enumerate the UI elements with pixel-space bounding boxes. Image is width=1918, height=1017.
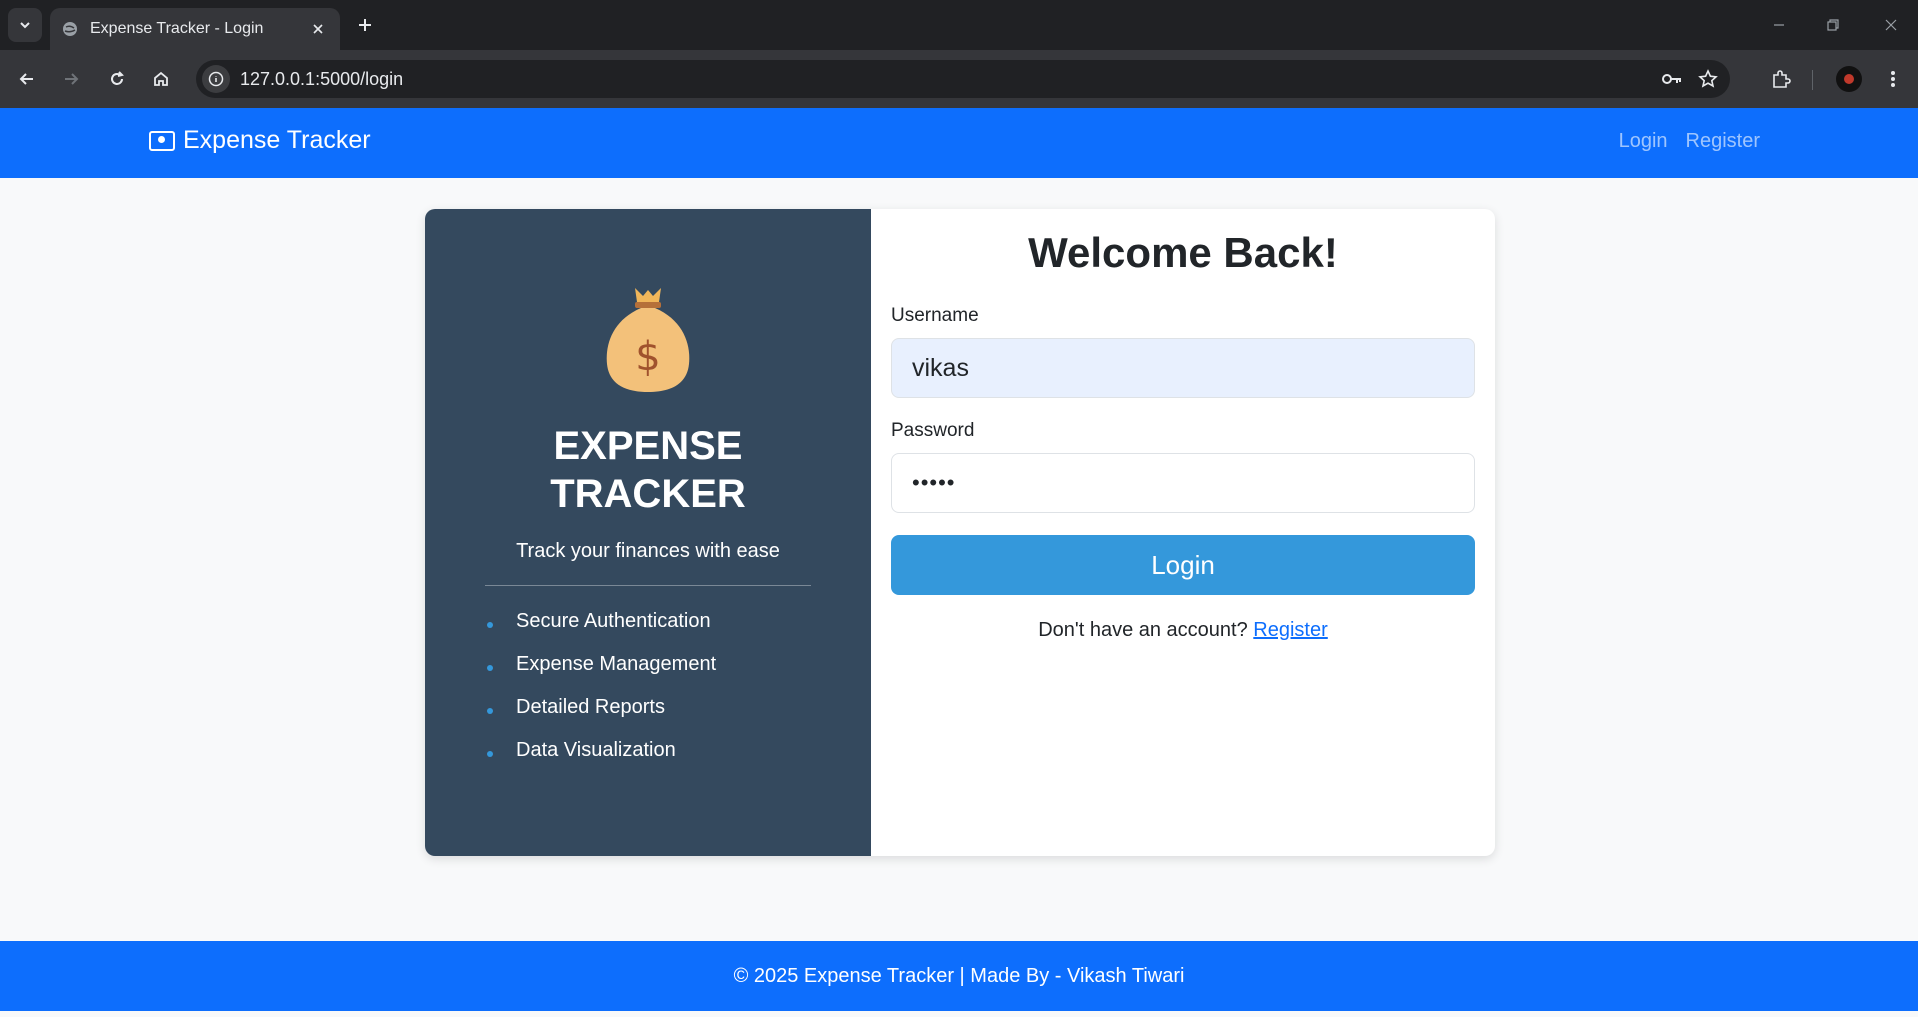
nav-links: Login Register (1619, 130, 1760, 153)
nav-login-link[interactable]: Login (1619, 130, 1668, 153)
hero-tagline: Track your finances with ease (516, 540, 780, 562)
nav-register-link[interactable]: Register (1686, 130, 1760, 153)
hero-title-line1: EXPENSE (553, 424, 743, 468)
login-card: $ EXPENSE TRACKER Track your finances wi… (425, 209, 1495, 856)
username-label: Username (891, 305, 979, 326)
list-item: Detailed Reports (485, 686, 811, 729)
hero-title-line2: TRACKER (550, 472, 746, 516)
login-form: Welcome Back! Username vikas Password ••… (871, 209, 1495, 856)
username-field[interactable]: vikas (891, 338, 1475, 398)
address-bar[interactable]: 127.0.0.1:5000/login (196, 60, 1730, 98)
site-info-icon[interactable] (202, 65, 230, 93)
reload-button[interactable] (102, 64, 132, 94)
feature-list: Secure Authentication Expense Management… (485, 600, 811, 772)
brand-text: Expense Tracker (183, 126, 371, 154)
toolbar-divider (1812, 70, 1813, 90)
url-text: 127.0.0.1:5000/login (240, 68, 404, 89)
close-icon[interactable] (308, 19, 328, 39)
minimize-icon (1774, 24, 1784, 26)
tab-title: Expense Tracker - Login (90, 20, 264, 37)
feature-label: Secure Authentication (516, 610, 711, 632)
money-bag-icon: $ (606, 288, 690, 392)
login-button[interactable]: Login (891, 535, 1475, 595)
money-icon (149, 130, 175, 151)
bullet-icon (487, 707, 493, 714)
svg-text:$: $ (635, 334, 660, 380)
tab-search-button[interactable] (8, 8, 42, 42)
chevron-down-icon (20, 22, 30, 29)
list-item: Expense Management (485, 643, 811, 686)
restore-icon (1827, 19, 1839, 31)
close-icon (1885, 19, 1897, 31)
restore-button[interactable] (1818, 12, 1848, 38)
arrow-right-icon (65, 73, 79, 85)
back-button[interactable] (12, 64, 42, 94)
plus-icon (359, 19, 371, 31)
footer-text: © 2025 Expense Tracker | Made By - Vikas… (733, 964, 1185, 987)
browser-tabbar: Expense Tracker - Login (0, 0, 1918, 50)
bullet-icon (487, 664, 493, 671)
hero-title: EXPENSE TRACKER (550, 422, 746, 518)
browser-menu-button[interactable] (1878, 64, 1908, 94)
window-close-button[interactable] (1876, 12, 1906, 38)
home-icon (154, 71, 168, 86)
new-tab-button[interactable] (352, 12, 378, 38)
register-link[interactable]: Register (1253, 619, 1327, 641)
reload-icon (111, 71, 124, 85)
app-navbar: Expense Tracker Login Register (0, 108, 1918, 178)
page-footer: © 2025 Expense Tracker | Made By - Vikas… (0, 941, 1918, 1011)
bullet-icon (487, 750, 493, 757)
password-label: Password (891, 420, 975, 441)
profile-avatar[interactable] (1836, 66, 1862, 92)
signup-prompt: Don't have an account? Register (891, 619, 1475, 642)
puzzle-icon (1773, 70, 1791, 88)
extensions-button[interactable] (1766, 64, 1796, 94)
brand-link[interactable]: Expense Tracker (149, 126, 371, 155)
browser-toolbar: 127.0.0.1:5000/login (0, 50, 1918, 108)
list-item: Secure Authentication (485, 600, 811, 643)
list-item: Data Visualization (485, 729, 811, 772)
hero-panel: $ EXPENSE TRACKER Track your finances wi… (425, 209, 871, 856)
globe-icon (63, 22, 77, 36)
page-title: Welcome Back! (1028, 229, 1338, 276)
bookmark-star-icon[interactable] (1694, 65, 1722, 93)
kebab-menu-icon (1891, 71, 1895, 87)
feature-label: Expense Management (516, 653, 717, 675)
forward-button[interactable] (56, 64, 86, 94)
home-button[interactable] (146, 64, 176, 94)
minimize-button[interactable] (1764, 12, 1794, 38)
hero-divider (485, 585, 811, 586)
bullet-icon (487, 621, 493, 628)
feature-label: Detailed Reports (516, 696, 665, 718)
password-key-icon[interactable] (1658, 65, 1686, 93)
feature-label: Data Visualization (516, 739, 676, 761)
arrow-left-icon (19, 73, 33, 85)
browser-tab[interactable]: Expense Tracker - Login (50, 8, 340, 50)
password-field[interactable]: ••••• (891, 453, 1475, 513)
signup-prompt-text: Don't have an account? (1038, 619, 1248, 641)
